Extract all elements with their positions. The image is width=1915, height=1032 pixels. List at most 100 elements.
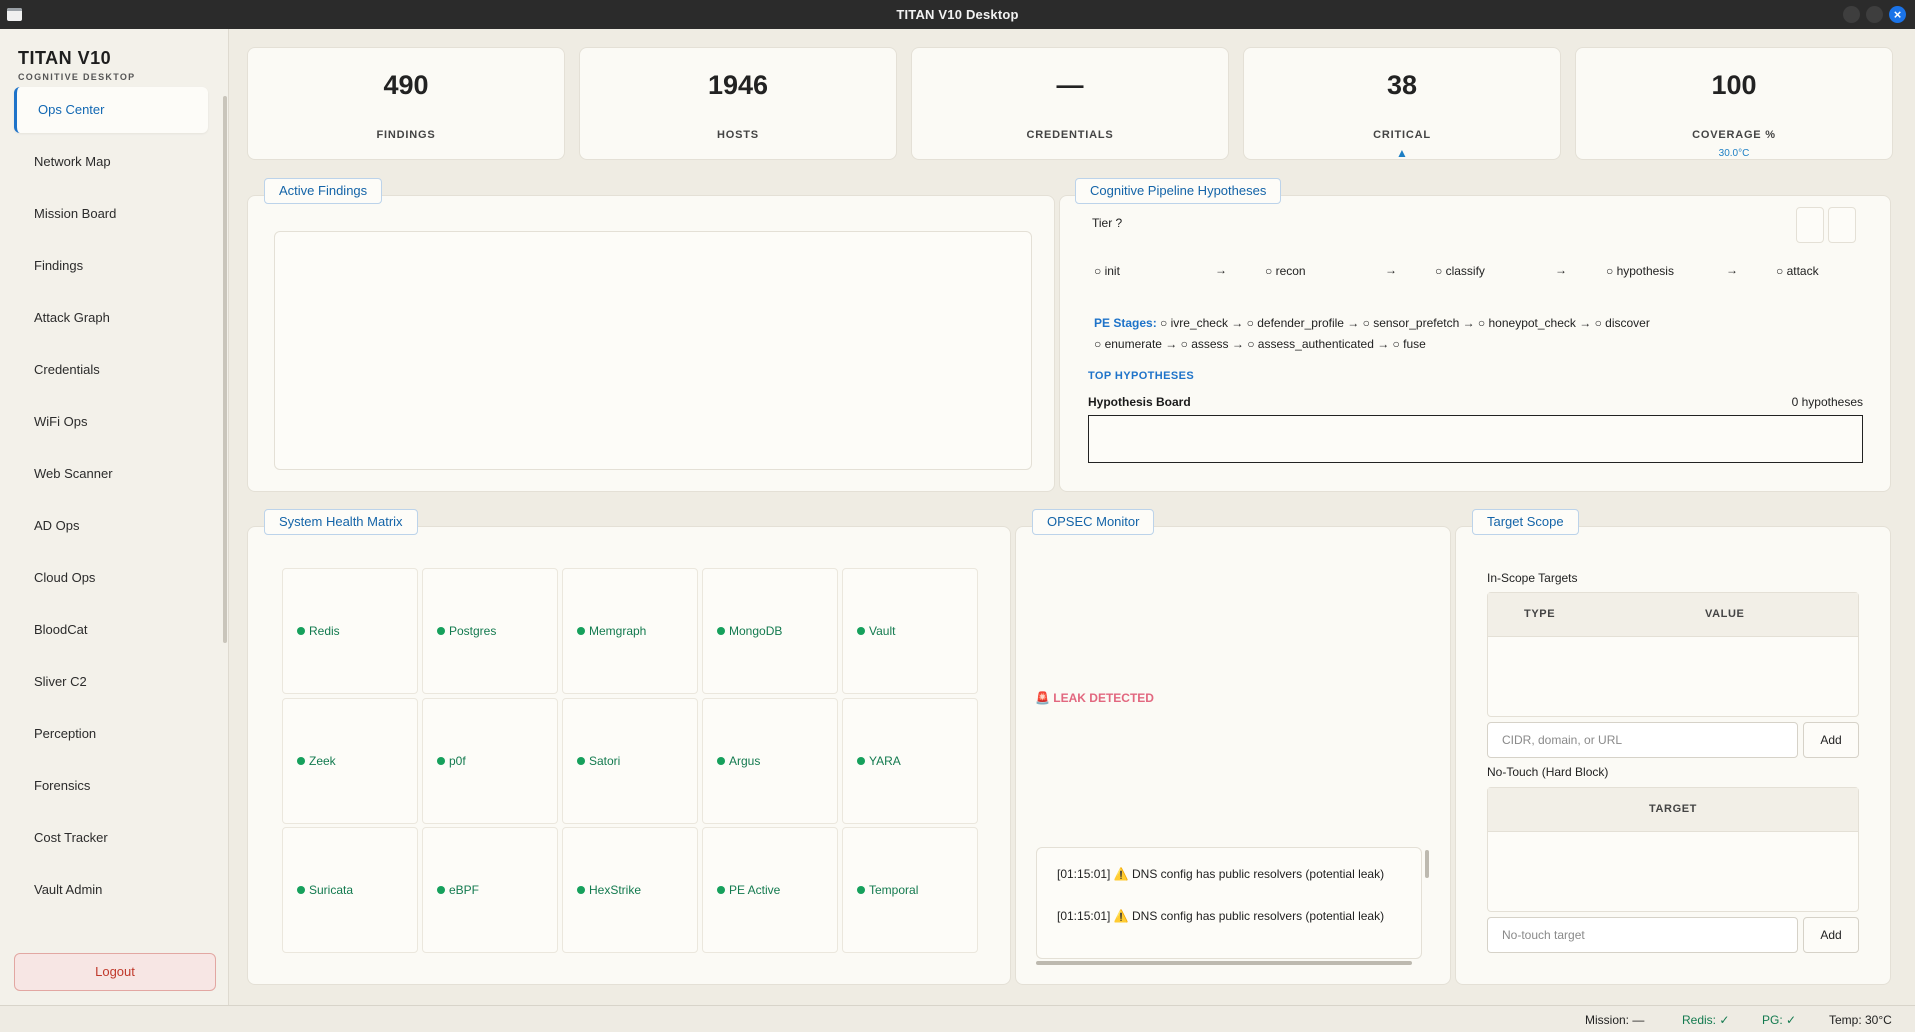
status-ok-icon bbox=[577, 757, 585, 765]
health-cell-redis[interactable]: Redis bbox=[282, 568, 418, 694]
in-scope-target-input[interactable] bbox=[1487, 722, 1798, 758]
status-ok-icon bbox=[857, 886, 865, 894]
stat-card-findings: 490 FINDINGS bbox=[247, 47, 565, 160]
health-cell-suricata[interactable]: Suricata bbox=[282, 827, 418, 953]
no-touch-target-input[interactable] bbox=[1487, 917, 1798, 953]
status-ok-icon bbox=[577, 886, 585, 894]
health-label: Satori bbox=[589, 754, 621, 768]
health-label: p0f bbox=[449, 754, 466, 768]
hypothesis-board-title: Hypothesis Board bbox=[1088, 395, 1191, 409]
health-cell-zeek[interactable]: Zeek bbox=[282, 698, 418, 824]
column-target[interactable]: TARGET bbox=[1488, 803, 1858, 815]
status-ok-icon bbox=[297, 757, 305, 765]
sidebar-item-findings[interactable]: Findings bbox=[14, 243, 208, 289]
main-overlay: 490 FINDINGS 1946 HOSTS — CREDENTIALS 38… bbox=[0, 0, 1915, 1032]
stage-hypothesis: ○ hypothesis bbox=[1606, 264, 1674, 278]
health-label: PE Active bbox=[729, 883, 781, 897]
health-cell-memgraph[interactable]: Memgraph bbox=[562, 568, 698, 694]
tab-cognitive-pipeline[interactable]: Cognitive Pipeline Hypotheses bbox=[1075, 178, 1282, 204]
log-horizontal-scrollbar[interactable] bbox=[1036, 961, 1412, 965]
health-cell-postgres[interactable]: Postgres bbox=[422, 568, 558, 694]
sidebar-item-web-scanner[interactable]: Web Scanner bbox=[14, 451, 208, 497]
pe-stages-label: PE Stages: bbox=[1094, 316, 1157, 330]
log-line: [01:15:01] ⚠️ DNS config has public reso… bbox=[1057, 867, 1385, 881]
pipeline-action-button-1[interactable] bbox=[1796, 207, 1824, 243]
health-cell-vault[interactable]: Vault bbox=[842, 568, 978, 694]
sidebar-scrollbar[interactable] bbox=[223, 96, 227, 643]
maximize-button[interactable] bbox=[1866, 6, 1883, 23]
sidebar-item-attack-graph[interactable]: Attack Graph bbox=[14, 295, 208, 341]
status-mission: Mission: — bbox=[1585, 1013, 1645, 1027]
status-ok-icon bbox=[297, 627, 305, 635]
status-ok-icon bbox=[857, 627, 865, 635]
sidebar-item-sliver-c2[interactable]: Sliver C2 bbox=[14, 659, 208, 705]
active-findings-panel bbox=[247, 195, 1055, 492]
arrow-icon: → bbox=[1555, 263, 1567, 277]
add-no-touch-button[interactable]: Add bbox=[1803, 917, 1859, 953]
sidebar-item-mission-board[interactable]: Mission Board bbox=[14, 191, 208, 237]
status-ok-icon bbox=[717, 627, 725, 635]
tab-system-health[interactable]: System Health Matrix bbox=[264, 509, 418, 535]
log-vertical-scrollbar[interactable] bbox=[1425, 850, 1429, 878]
health-cell-temporal[interactable]: Temporal bbox=[842, 827, 978, 953]
stat-label: FINDINGS bbox=[376, 129, 436, 141]
health-cell-argus[interactable]: Argus bbox=[702, 698, 838, 824]
findings-list[interactable] bbox=[274, 231, 1032, 470]
stat-value: — bbox=[1056, 70, 1084, 100]
add-scope-button[interactable]: Add bbox=[1803, 722, 1859, 758]
status-ok-icon bbox=[717, 757, 725, 765]
sidebar-item-wifi-ops[interactable]: WiFi Ops bbox=[14, 399, 208, 445]
health-cell-yara[interactable]: YARA bbox=[842, 698, 978, 824]
health-label: Suricata bbox=[309, 883, 354, 897]
brand-subtitle: COGNITIVE DESKTOP bbox=[18, 72, 136, 82]
stat-card-coverage: 100 COVERAGE % 30.0°C bbox=[1575, 47, 1893, 160]
health-cell-p0f[interactable]: p0f bbox=[422, 698, 558, 824]
health-cell-hexstrike[interactable]: HexStrike bbox=[562, 827, 698, 953]
tier-label: Tier ? bbox=[1092, 216, 1123, 230]
tab-target-scope[interactable]: Target Scope bbox=[1472, 509, 1579, 535]
logout-button[interactable]: Logout bbox=[14, 953, 216, 991]
table-header: TYPE VALUE bbox=[1488, 593, 1858, 637]
stat-value: 38 bbox=[1386, 70, 1418, 100]
health-label: HexStrike bbox=[589, 883, 642, 897]
minimize-button[interactable] bbox=[1843, 6, 1860, 23]
sidebar-item-forensics[interactable]: Forensics bbox=[14, 763, 208, 809]
sidebar-item-credentials[interactable]: Credentials bbox=[14, 347, 208, 393]
sidebar-item-cost-tracker[interactable]: Cost Tracker bbox=[14, 815, 208, 861]
health-label: eBPF bbox=[449, 883, 480, 897]
column-value[interactable]: VALUE bbox=[1705, 608, 1744, 620]
table-header: TARGET bbox=[1488, 788, 1858, 832]
tab-active-findings[interactable]: Active Findings bbox=[264, 178, 383, 204]
status-ok-icon bbox=[297, 886, 305, 894]
sidebar-item-bloodcat[interactable]: BloodCat bbox=[14, 607, 208, 653]
column-type[interactable]: TYPE bbox=[1524, 608, 1555, 620]
sidebar-item-ops-center[interactable]: Ops Center bbox=[14, 87, 208, 133]
health-label: Vault bbox=[869, 624, 896, 638]
health-cell-pe-active[interactable]: PE Active bbox=[702, 827, 838, 953]
status-ok-icon bbox=[577, 627, 585, 635]
opsec-log[interactable]: [01:15:01] ⚠️ DNS config has public reso… bbox=[1036, 847, 1422, 959]
pe-stages-line-1: PE Stages: ○ ivre_check → ○ defender_pro… bbox=[1094, 316, 1650, 330]
hypothesis-board[interactable] bbox=[1088, 415, 1863, 463]
sidebar-item-network-map[interactable]: Network Map bbox=[14, 139, 208, 185]
sidebar: TITAN V10 COGNITIVE DESKTOP Ops Center N… bbox=[0, 29, 229, 1005]
sidebar-item-perception[interactable]: Perception bbox=[14, 711, 208, 757]
pipeline-action-button-2[interactable] bbox=[1828, 207, 1856, 243]
sidebar-item-cloud-ops[interactable]: Cloud Ops bbox=[14, 555, 208, 601]
stage-attack: ○ attack bbox=[1776, 264, 1819, 278]
stat-value: 100 bbox=[1711, 70, 1757, 100]
status-pg: PG: ✓ bbox=[1762, 1013, 1797, 1027]
arrow-icon: → bbox=[1215, 263, 1227, 277]
health-cell-satori[interactable]: Satori bbox=[562, 698, 698, 824]
stage-init: ○ init bbox=[1094, 264, 1120, 278]
status-ok-icon bbox=[437, 886, 445, 894]
tab-opsec-monitor[interactable]: OPSEC Monitor bbox=[1032, 509, 1155, 535]
sidebar-item-ad-ops[interactable]: AD Ops bbox=[14, 503, 208, 549]
health-cell-ebpf[interactable]: eBPF bbox=[422, 827, 558, 953]
sidebar-item-vault-admin[interactable]: Vault Admin bbox=[14, 867, 208, 913]
stat-card-credentials: — CREDENTIALS bbox=[911, 47, 1229, 160]
status-temp: Temp: 30°C bbox=[1829, 1013, 1892, 1027]
health-label: Temporal bbox=[869, 883, 919, 897]
close-button[interactable]: × bbox=[1889, 6, 1906, 23]
health-cell-mongodb[interactable]: MongoDB bbox=[702, 568, 838, 694]
